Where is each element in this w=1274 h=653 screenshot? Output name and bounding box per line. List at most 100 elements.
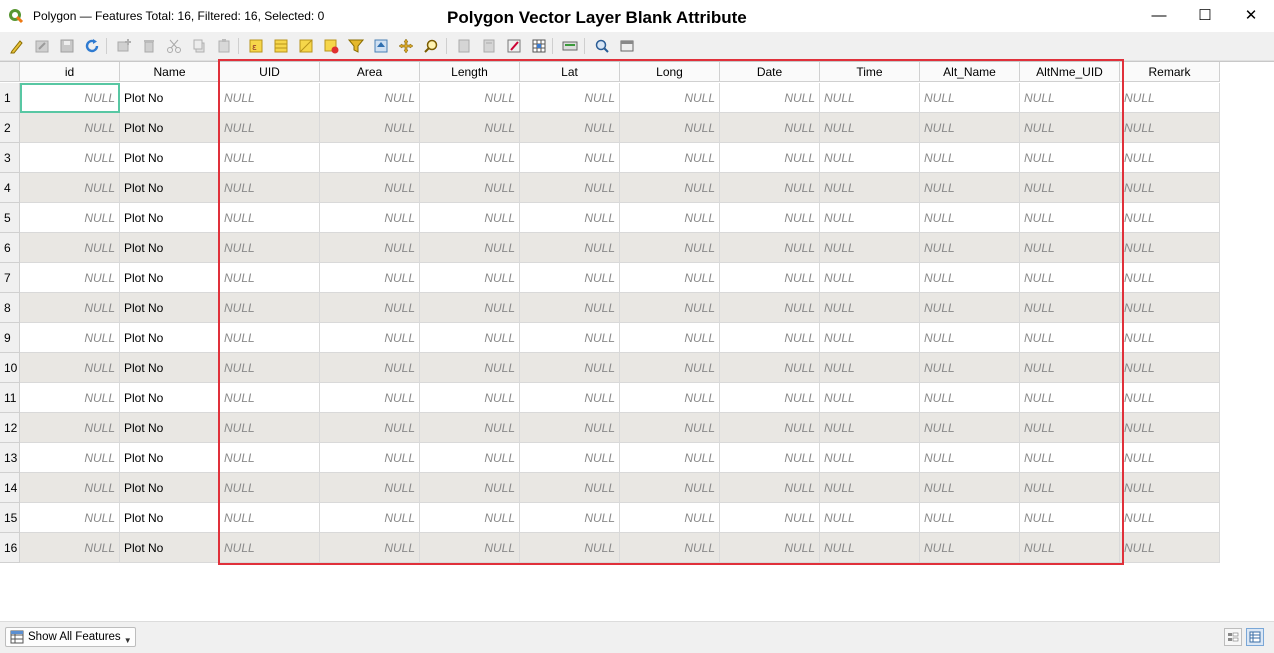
table-cell-name[interactable]: Plot No	[120, 233, 220, 263]
table-cell-date[interactable]: NULL	[720, 233, 820, 263]
table-cell-uid[interactable]: NULL	[220, 263, 320, 293]
table-cell-date[interactable]: NULL	[720, 143, 820, 173]
table-cell-alt-name[interactable]: NULL	[920, 203, 1020, 233]
table-cell-alt-name[interactable]: NULL	[920, 503, 1020, 533]
column-header-length[interactable]: Length	[420, 62, 520, 82]
zoom-to-selection-icon[interactable]	[422, 37, 440, 55]
table-cell-id[interactable]: NULL	[20, 353, 120, 383]
multi-edit-icon[interactable]	[33, 37, 51, 55]
table-cell-time[interactable]: NULL	[820, 143, 920, 173]
cut-icon[interactable]	[165, 37, 183, 55]
table-cell-long[interactable]: NULL	[620, 233, 720, 263]
deselect-icon[interactable]	[322, 37, 340, 55]
table-cell-alt-name[interactable]: NULL	[920, 143, 1020, 173]
table-cell-remark[interactable]: NULL	[1120, 233, 1220, 263]
table-cell-remark[interactable]: NULL	[1120, 473, 1220, 503]
table-cell-date[interactable]: NULL	[720, 533, 820, 563]
table-cell-area[interactable]: NULL	[320, 323, 420, 353]
table-cell-lat[interactable]: NULL	[520, 443, 620, 473]
row-header[interactable]: 16	[0, 533, 20, 563]
table-cell-id[interactable]: NULL	[20, 113, 120, 143]
table-cell-altnme-uid[interactable]: NULL	[1020, 503, 1120, 533]
table-cell-long[interactable]: NULL	[620, 383, 720, 413]
table-cell-uid[interactable]: NULL	[220, 473, 320, 503]
table-cell-area[interactable]: NULL	[320, 203, 420, 233]
table-cell-long[interactable]: NULL	[620, 293, 720, 323]
table-cell-area[interactable]: NULL	[320, 293, 420, 323]
table-cell-alt-name[interactable]: NULL	[920, 83, 1020, 113]
table-cell-area[interactable]: NULL	[320, 83, 420, 113]
maximize-button[interactable]: ☐	[1182, 0, 1228, 30]
table-cell-date[interactable]: NULL	[720, 503, 820, 533]
table-cell-area[interactable]: NULL	[320, 113, 420, 143]
reload-icon[interactable]	[83, 37, 101, 55]
table-cell-lat[interactable]: NULL	[520, 473, 620, 503]
table-cell-lat[interactable]: NULL	[520, 383, 620, 413]
table-cell-alt-name[interactable]: NULL	[920, 233, 1020, 263]
table-cell-area[interactable]: NULL	[320, 383, 420, 413]
table-cell-lat[interactable]: NULL	[520, 263, 620, 293]
table-cell-uid[interactable]: NULL	[220, 143, 320, 173]
table-cell-length[interactable]: NULL	[420, 293, 520, 323]
table-cell-id[interactable]: NULL	[20, 263, 120, 293]
toggle-editing-icon[interactable]	[8, 37, 26, 55]
table-cell-date[interactable]: NULL	[720, 473, 820, 503]
table-cell-altnme-uid[interactable]: NULL	[1020, 323, 1120, 353]
paste-icon[interactable]	[215, 37, 233, 55]
table-cell-name[interactable]: Plot No	[120, 353, 220, 383]
table-cell-remark[interactable]: NULL	[1120, 113, 1220, 143]
table-cell-altnme-uid[interactable]: NULL	[1020, 443, 1120, 473]
table-cell-alt-name[interactable]: NULL	[920, 443, 1020, 473]
row-header[interactable]: 10	[0, 353, 20, 383]
table-cell-remark[interactable]: NULL	[1120, 293, 1220, 323]
column-header-long[interactable]: Long	[620, 62, 720, 82]
row-header[interactable]: 1	[0, 83, 20, 113]
table-cell-length[interactable]: NULL	[420, 173, 520, 203]
table-cell-time[interactable]: NULL	[820, 203, 920, 233]
table-cell-remark[interactable]: NULL	[1120, 353, 1220, 383]
table-cell-lat[interactable]: NULL	[520, 113, 620, 143]
column-header-time[interactable]: Time	[820, 62, 920, 82]
table-cell-remark[interactable]: NULL	[1120, 533, 1220, 563]
row-header[interactable]: 3	[0, 143, 20, 173]
table-cell-name[interactable]: Plot No	[120, 293, 220, 323]
table-cell-long[interactable]: NULL	[620, 473, 720, 503]
table-view-icon[interactable]	[1246, 628, 1264, 646]
table-cell-date[interactable]: NULL	[720, 113, 820, 143]
table-cell-lat[interactable]: NULL	[520, 503, 620, 533]
table-cell-name[interactable]: Plot No	[120, 203, 220, 233]
field-calculator-icon[interactable]	[505, 37, 523, 55]
table-cell-altnme-uid[interactable]: NULL	[1020, 83, 1120, 113]
table-cell-name[interactable]: Plot No	[120, 503, 220, 533]
table-cell-altnme-uid[interactable]: NULL	[1020, 173, 1120, 203]
attribute-table[interactable]: id Name UID Area Length Lat Long Date Time Alt_Na…	[0, 59, 1274, 622]
column-header-remark[interactable]: Remark	[1120, 62, 1220, 82]
table-cell-time[interactable]: NULL	[820, 233, 920, 263]
table-cell-length[interactable]: NULL	[420, 533, 520, 563]
table-cell-uid[interactable]: NULL	[220, 533, 320, 563]
table-cell-id[interactable]: NULL	[20, 233, 120, 263]
table-cell-uid[interactable]: NULL	[220, 203, 320, 233]
add-feature-icon[interactable]	[115, 37, 133, 55]
table-cell-altnme-uid[interactable]: NULL	[1020, 353, 1120, 383]
invert-selection-icon[interactable]	[297, 37, 315, 55]
table-cell-name[interactable]: Plot No	[120, 263, 220, 293]
table-cell-long[interactable]: NULL	[620, 443, 720, 473]
delete-field-icon[interactable]	[480, 37, 498, 55]
row-header[interactable]: 15	[0, 503, 20, 533]
table-cell-date[interactable]: NULL	[720, 413, 820, 443]
table-cell-area[interactable]: NULL	[320, 173, 420, 203]
table-cell-area[interactable]: NULL	[320, 473, 420, 503]
table-cell-id[interactable]: NULL	[20, 473, 120, 503]
column-header-uid[interactable]: UID	[220, 62, 320, 82]
table-cell-long[interactable]: NULL	[620, 353, 720, 383]
table-cell-alt-name[interactable]: NULL	[920, 113, 1020, 143]
table-cell-area[interactable]: NULL	[320, 233, 420, 263]
table-cell-altnme-uid[interactable]: NULL	[1020, 293, 1120, 323]
table-cell-id[interactable]: NULL	[20, 383, 120, 413]
column-header-name[interactable]: Name	[120, 62, 220, 82]
table-cell-name[interactable]: Plot No	[120, 533, 220, 563]
table-cell-remark[interactable]: NULL	[1120, 503, 1220, 533]
table-cell-length[interactable]: NULL	[420, 503, 520, 533]
table-cell-time[interactable]: NULL	[820, 383, 920, 413]
